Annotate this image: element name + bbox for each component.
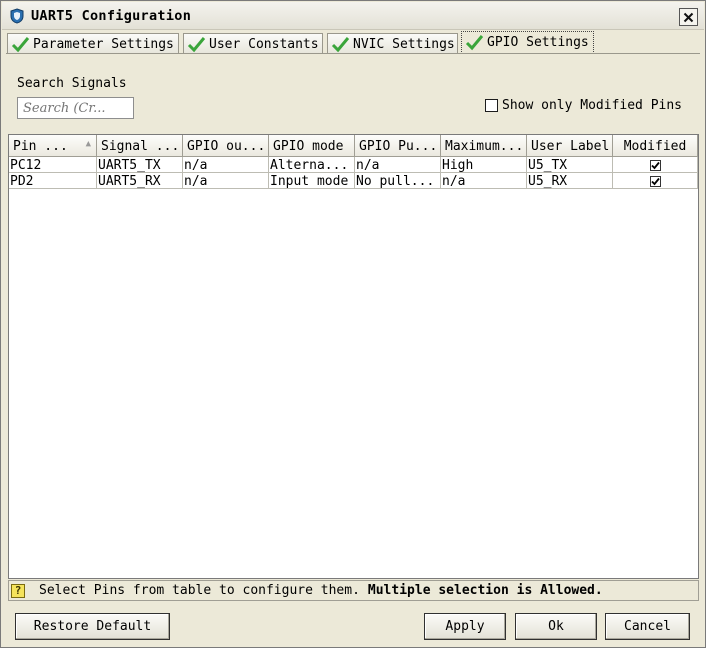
cell-gpio-mode: Alterna... [269,157,355,173]
show-modified-label: Show only Modified Pins [502,98,683,113]
status-bold-text: Multiple selection is Allowed. [367,583,603,598]
close-icon [683,12,694,22]
title-bar[interactable]: UART5 Configuration [2,2,704,30]
search-signals-label: Search Signals [17,76,127,91]
column-header-maximum-speed[interactable]: Maximum... [441,135,527,157]
app-shield-icon [10,8,24,24]
tab-label: NVIC Settings [353,36,455,52]
column-header-gpio-output[interactable]: GPIO ou... [183,135,269,157]
cell-modified [613,157,698,173]
window-title: UART5 Configuration [31,8,192,24]
close-button[interactable] [679,8,698,26]
check-icon [11,36,30,52]
modified-checkbox[interactable] [649,175,661,187]
modified-checkbox[interactable] [649,159,661,171]
column-header-modified[interactable]: Modified [613,135,698,157]
status-text: Select Pins from table to configure them… [39,583,360,598]
cell-modified [613,173,698,189]
tab-divider [6,53,700,54]
search-input[interactable] [17,97,134,119]
restore-default-button[interactable]: Restore Default [15,613,170,640]
checkmark-icon [650,177,660,185]
cell-signal: UART5_TX [97,157,183,173]
check-icon [331,36,350,52]
cell-gpio-mode: Input mode [269,173,355,189]
check-icon [465,35,484,51]
cancel-button[interactable]: Cancel [605,613,690,640]
status-hint: ? Select Pins from table to configure th… [8,580,699,601]
tab-parameter-settings[interactable]: Parameter Settings [7,33,179,54]
cell-signal: UART5_RX [97,173,183,189]
tab-label: Parameter Settings [33,36,174,52]
cell-user-label: U5_TX [527,157,613,173]
cell-gpio-output: n/a [183,157,269,173]
table-header: Pin ... ▲ Signal ... GPIO ou... GPIO mod… [9,135,698,157]
cell-pin: PD2 [9,173,97,189]
uart5-config-window: UART5 Configuration Parameter Settings U… [0,0,706,648]
cell-user-label: U5_RX [527,173,613,189]
tab-user-constants[interactable]: User Constants [183,33,323,54]
cell-maximum-speed: n/a [441,173,527,189]
column-header-signal[interactable]: Signal ... [97,135,183,157]
tab-label: User Constants [209,36,319,52]
check-icon [187,36,206,52]
tab-label: GPIO Settings [487,35,589,50]
column-header-user-label[interactable]: User Label [527,135,613,157]
cell-gpio-pull: n/a [355,157,441,173]
column-header-pin[interactable]: Pin ... ▲ [9,135,97,157]
show-modified-filter[interactable]: Show only Modified Pins [485,98,682,113]
table-row[interactable]: PD2 UART5_RX n/a Input mode No pull... n… [9,173,698,189]
tab-gpio-settings[interactable]: GPIO Settings [461,31,594,54]
gpio-pins-table: Pin ... ▲ Signal ... GPIO ou... GPIO mod… [8,134,699,579]
cell-gpio-pull: No pull... [355,173,441,189]
column-header-gpio-mode[interactable]: GPIO mode [269,135,355,157]
cell-gpio-output: n/a [183,173,269,189]
help-icon: ? [11,583,25,598]
ok-button[interactable]: Ok [515,613,597,640]
tab-nvic-settings[interactable]: NVIC Settings [327,33,458,54]
apply-button[interactable]: Apply [424,613,506,640]
table-row[interactable]: PC12 UART5_TX n/a Alterna... n/a High U5… [9,157,698,173]
sort-ascending-icon: ▲ [85,139,91,149]
checkmark-icon [650,161,660,169]
column-header-gpio-pull[interactable]: GPIO Pu... [355,135,441,157]
show-modified-checkbox[interactable] [485,99,498,112]
cell-pin: PC12 [9,157,97,173]
cell-maximum-speed: High [441,157,527,173]
